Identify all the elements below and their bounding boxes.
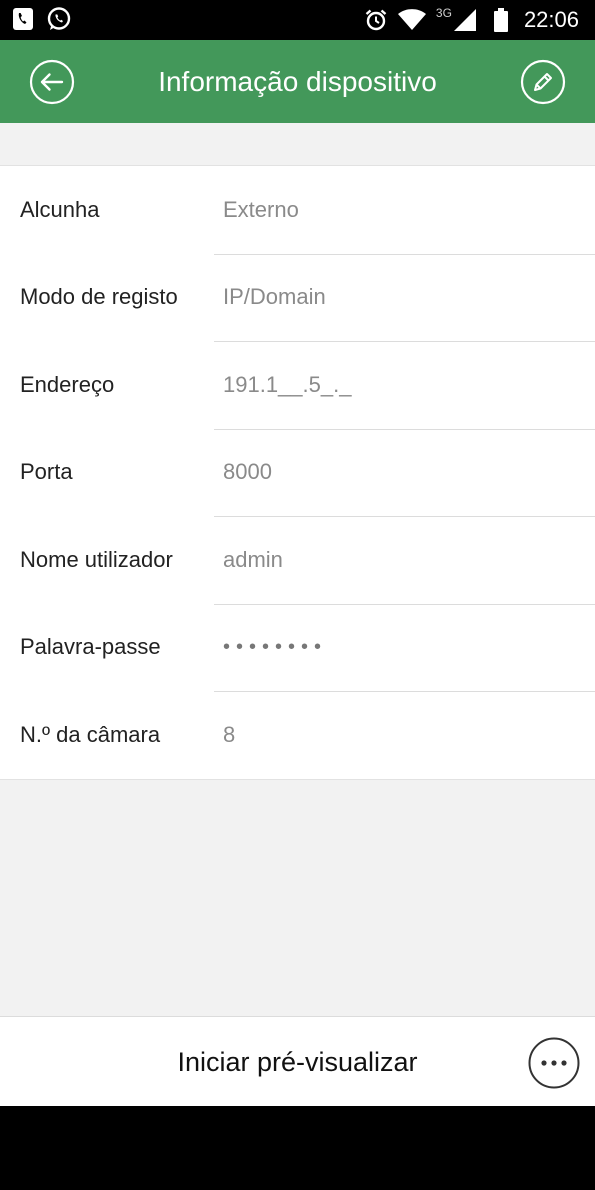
field-value: 8000 <box>223 459 272 485</box>
app-bar: Informação dispositivo <box>0 40 595 123</box>
alarm-icon <box>365 9 387 31</box>
network-type: 3G <box>435 6 452 20</box>
field-value: •••••••• <box>223 635 328 658</box>
field-value: IP/Domain <box>223 284 326 310</box>
field-password: Palavra-passe •••••••• <box>0 603 595 692</box>
bottom-action-bar: Iniciar pré-visualizar <box>0 1016 595 1107</box>
field-value: 191.1__.5_._ <box>223 371 352 397</box>
system-navigation-bar <box>0 1106 595 1190</box>
status-notifications <box>12 6 72 32</box>
more-options-icon <box>528 1037 580 1089</box>
field-port: Porta 8000 <box>0 428 595 517</box>
pencil-icon <box>520 59 566 105</box>
field-username: Nome utilizador admin <box>0 516 595 604</box>
battery-icon <box>493 8 508 32</box>
field-value: Externo <box>223 196 299 222</box>
device-info-list: Alcunha Externo Modo de registo IP/Domai… <box>0 165 595 780</box>
start-preview-button[interactable]: Iniciar pré-visualizar <box>120 1017 475 1107</box>
field-registration-mode: Modo de registo IP/Domain <box>0 253 595 342</box>
field-label: N.º da câmara <box>20 721 161 747</box>
field-label: Endereço <box>20 371 115 397</box>
field-camera-number: N.º da câmara 8 <box>0 691 595 779</box>
field-label: Porta <box>20 459 73 485</box>
more-options-button[interactable] <box>528 1037 580 1089</box>
field-value: 8 <box>223 721 236 747</box>
content-area: Alcunha Externo Modo de registo IP/Domai… <box>0 123 595 1016</box>
status-system-icons: 3G 22:06 <box>364 4 579 36</box>
phone-icon <box>13 8 33 30</box>
status-bar: 3G 22:06 <box>0 0 595 40</box>
field-label: Palavra-passe <box>20 634 161 660</box>
edit-button[interactable] <box>520 59 566 105</box>
status-time: 22:06 <box>523 7 579 32</box>
field-address: Endereço 191.1__.5_._ <box>0 341 595 429</box>
field-value: admin <box>223 546 283 572</box>
wifi-icon <box>397 9 426 30</box>
whatsapp-icon <box>47 7 71 30</box>
field-alias: Alcunha Externo <box>0 166 595 254</box>
page-title: Informação dispositivo <box>158 66 437 97</box>
field-label: Modo de registo <box>20 284 178 310</box>
signal-icon <box>453 9 476 31</box>
field-label: Nome utilizador <box>20 546 173 572</box>
field-label: Alcunha <box>20 196 100 222</box>
